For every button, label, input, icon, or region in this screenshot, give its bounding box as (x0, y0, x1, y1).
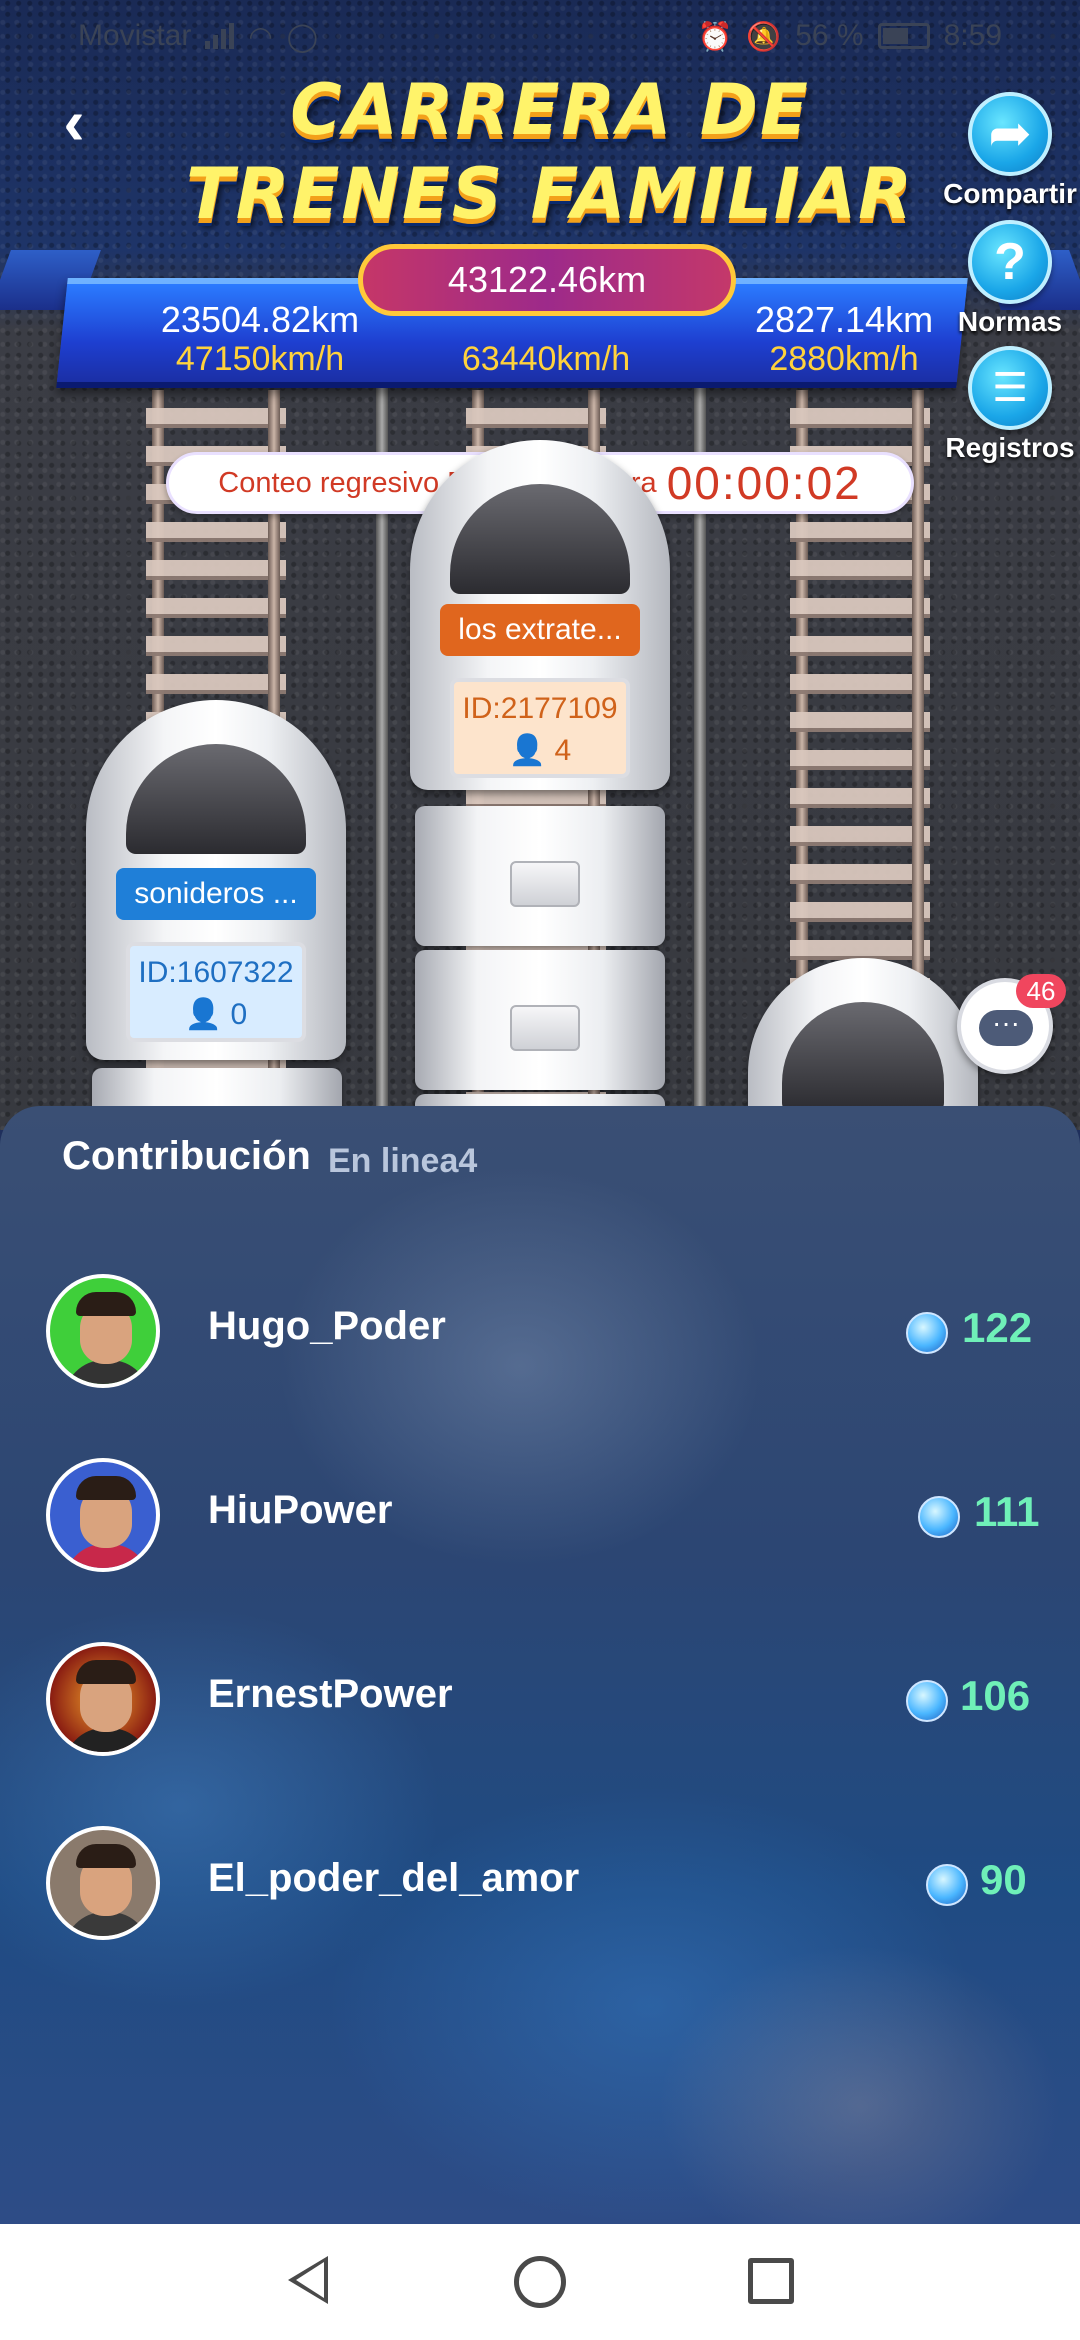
alarm-icon: ⏰ (697, 20, 733, 52)
train-id-card: ID:2177109 👤 4 (450, 678, 630, 778)
clock: 8:59 (943, 19, 1002, 52)
avatar[interactable] (46, 1642, 160, 1756)
online-count: En linea4 (328, 1142, 478, 1180)
train-window (782, 1002, 944, 1112)
train-name-tag: los extrate... (440, 604, 640, 656)
mute-icon: 🔕 (746, 20, 782, 52)
share-label: Compartir (943, 178, 1077, 209)
lane-1-speed: 47150km/h (175, 340, 345, 378)
panel-title: Contribución (62, 1134, 311, 1178)
nav-recents-icon[interactable] (748, 2258, 794, 2304)
contributor-score: 111 (974, 1488, 1040, 1535)
title-line-2: TRENES FAMILIAR (185, 153, 915, 235)
battery-icon (877, 23, 930, 49)
member-count: 0 (230, 998, 248, 1031)
member-icon: 👤 (184, 998, 223, 1031)
train-id: ID:1607322 (138, 956, 294, 989)
status-bar: Movistar ◠ ◯ ⏰ 🔕 56 % 8:59 (0, 0, 1080, 72)
train-members: 👤 0 (130, 994, 302, 1036)
gem-icon (906, 1312, 948, 1354)
total-distance: 43122.46km (358, 244, 736, 316)
lane-2-speed: 63440km/h (461, 340, 631, 378)
contributor-name: Hugo_Poder (208, 1304, 446, 1348)
records-icon: ☰ (968, 346, 1052, 430)
share-button[interactable]: ➦ Compartir (940, 92, 1080, 210)
records-button[interactable]: ☰ Registros (940, 346, 1080, 464)
contributor-row[interactable]: ErnestPower 106 (0, 1624, 1080, 1774)
avatar[interactable] (46, 1826, 160, 1940)
carrier-name: Movistar (78, 19, 192, 52)
wifi-icon: ◠ (248, 20, 273, 52)
battery-percent: 56 % (795, 19, 864, 52)
contributor-name: El_poder_del_amor (208, 1856, 580, 1900)
nav-home-icon[interactable] (514, 2256, 566, 2308)
contributor-score: 122 (962, 1304, 1033, 1351)
records-label: Registros (945, 432, 1075, 463)
train-car (415, 806, 665, 946)
contributor-score: 90 (980, 1856, 1027, 1903)
train-id-card: ID:1607322 👤 0 (126, 942, 306, 1042)
avatar[interactable] (46, 1274, 160, 1388)
back-arrow-icon[interactable]: ‹ (44, 90, 104, 154)
gem-icon (926, 1864, 968, 1906)
avatar[interactable] (46, 1458, 160, 1572)
share-icon: ➦ (968, 92, 1052, 176)
system-nav-bar (0, 2224, 1080, 2340)
contributor-name: ErnestPower (208, 1672, 453, 1716)
contributor-row[interactable]: HiuPower 111 (0, 1440, 1080, 1590)
member-icon: 👤 (508, 734, 547, 767)
chat-icon: ··· (979, 1009, 1033, 1046)
lane-1-distance: 23504.82km (160, 299, 360, 340)
train-left[interactable]: sonideros ... ID:1607322 👤 0 (86, 700, 346, 1060)
page-title: CARRERA DE TRENES FAMILIAR (150, 68, 950, 236)
chat-unread-badge: 46 (1016, 974, 1066, 1008)
contribution-panel: Contribución En linea4 Hugo_Poder 122 Hi… (0, 1106, 1080, 2224)
contributor-name: HiuPower (208, 1488, 393, 1532)
nav-back-icon-inner (296, 2262, 324, 2298)
train-car (415, 950, 665, 1090)
gem-icon (906, 1680, 948, 1722)
countdown-time: 00:00:02 (666, 457, 862, 509)
train-members: 👤 4 (454, 730, 626, 772)
member-count: 4 (554, 734, 572, 767)
train-window (126, 744, 306, 854)
train-name-tag: sonideros ... (116, 868, 316, 920)
gem-icon (918, 1496, 960, 1538)
contributor-score: 106 (960, 1672, 1031, 1719)
contributor-row[interactable]: El_poder_del_amor 90 (0, 1808, 1080, 1958)
signal-icon (205, 23, 235, 49)
question-icon: ? (968, 220, 1052, 304)
contributor-row[interactable]: Hugo_Poder 122 (0, 1256, 1080, 1406)
train-id: ID:2177109 (462, 692, 618, 725)
train-window (450, 484, 630, 594)
lane-2-stats: 63440km/h (396, 340, 696, 378)
rules-label: Normas (957, 306, 1063, 337)
rules-button[interactable]: ? Normas (940, 220, 1080, 338)
lane-1-stats: 23504.82km 47150km/h (110, 299, 410, 379)
train-middle[interactable]: los extrate... ID:2177109 👤 4 (410, 440, 670, 790)
whatsapp-icon: ◯ (286, 20, 319, 52)
title-line-1: CARRERA DE (290, 69, 810, 151)
